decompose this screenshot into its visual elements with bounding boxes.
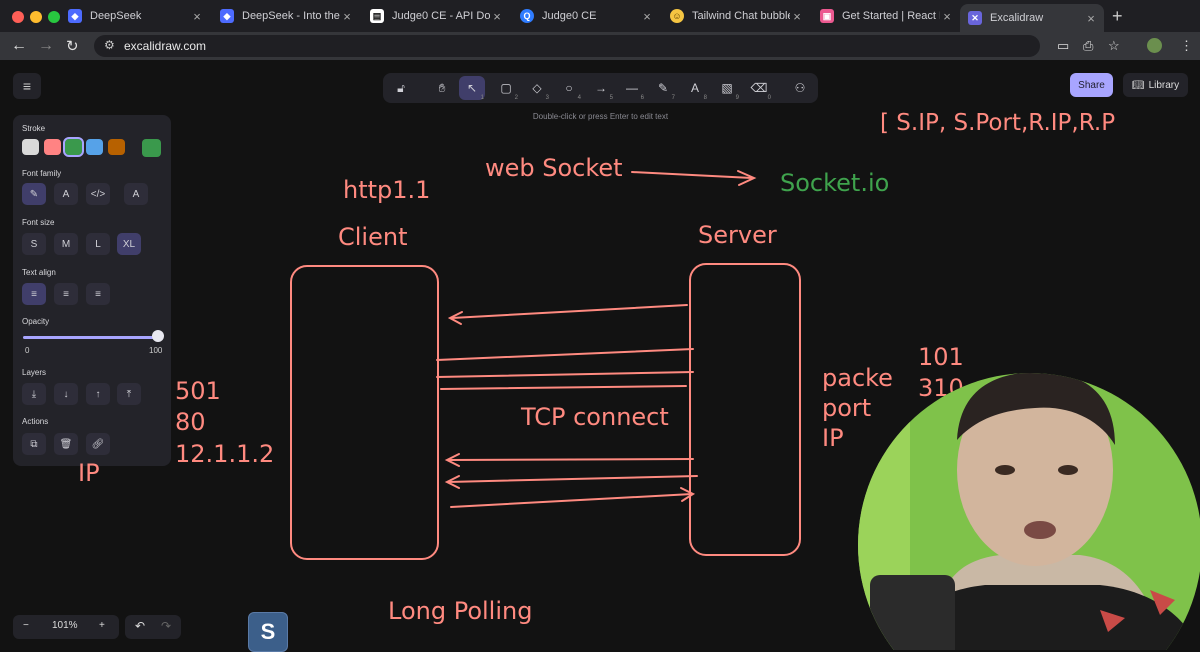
browser-tab[interactable]: ☺ Tailwind Chat bubble ×	[662, 4, 810, 28]
browser-tab[interactable]: ▣ Get Started | React H ×	[812, 4, 960, 28]
http-label: http1.1	[343, 176, 430, 204]
left-number: 12.1.1.2	[175, 440, 274, 468]
browser-tab[interactable]: ◆ DeepSeek - Into the ×	[212, 4, 360, 28]
websocket-label: web Socket	[485, 154, 623, 182]
tab-title: Judge0 CE - API Doc	[392, 10, 490, 22]
packet-label: packe	[822, 364, 893, 392]
port-label: port	[822, 394, 871, 422]
smiley-icon: ☺	[670, 9, 684, 23]
long-polling-label: Long Polling	[388, 597, 532, 625]
close-tab-icon[interactable]: ×	[790, 9, 804, 24]
minimize-window-button[interactable]	[30, 11, 42, 23]
forward-arrow-icon[interactable]: →	[38, 37, 54, 55]
site-settings-icon[interactable]: ⚙	[104, 38, 115, 52]
back-arrow-icon[interactable]: ←	[11, 37, 27, 55]
maximize-window-button[interactable]	[48, 11, 60, 23]
right-number: 101	[918, 343, 964, 371]
bookmark-star-icon[interactable]: ☆	[1108, 38, 1120, 54]
close-tab-icon[interactable]: ×	[490, 9, 504, 24]
header-tuple-text: [ S.IP, S.Port,R.IP,R.P	[880, 110, 1115, 136]
url-text: excalidraw.com	[124, 39, 207, 53]
browser-tab[interactable]: ▤ Judge0 CE - API Doc ×	[362, 4, 510, 28]
person-mouth	[1024, 521, 1056, 539]
excalidraw-icon: ✕	[968, 11, 982, 25]
webcam-overlay	[858, 373, 1200, 650]
connection-line	[440, 385, 687, 390]
server-box	[689, 263, 801, 556]
cast-icon[interactable]: ▭	[1057, 38, 1069, 54]
profile-avatar[interactable]	[1147, 38, 1162, 53]
reload-icon[interactable]: ↻	[66, 37, 79, 55]
document-icon: ▤	[370, 9, 384, 23]
browser-tab-active[interactable]: ✕ Excalidraw ×	[960, 4, 1104, 32]
ip-label: IP	[822, 424, 844, 452]
client-box	[290, 265, 439, 560]
address-bar[interactable]: ⚙ excalidraw.com	[94, 35, 1040, 57]
arrow-websocket-to-socketio	[631, 171, 753, 179]
deepseek-icon: ◆	[68, 9, 82, 23]
browser-tab[interactable]: Q Judge0 CE ×	[512, 4, 660, 28]
react-hook-form-icon: ▣	[820, 9, 834, 23]
arrow-server-to-client	[447, 458, 694, 461]
server-label: Server	[698, 221, 777, 249]
tcp-connect-label: TCP connect	[520, 403, 669, 431]
deepseek-icon: ◆	[220, 9, 234, 23]
tab-title: Judge0 CE	[542, 10, 597, 22]
browser-toolbar: ← → ↻ ⚙ excalidraw.com ▭ ⎙ ☆ ⋮	[0, 32, 1200, 60]
tab-title: Excalidraw	[990, 12, 1044, 24]
close-tab-icon[interactable]: ×	[940, 9, 954, 24]
judge0-icon: Q	[520, 9, 534, 23]
left-ip-label: IP	[78, 459, 100, 487]
new-tab-icon[interactable]: +	[1112, 6, 1123, 27]
socketio-label: Socket.io	[780, 169, 889, 197]
person-eye	[1058, 465, 1078, 475]
browser-tab-bar: ◆ DeepSeek × ◆ DeepSeek - Into the × ▤ J…	[0, 0, 1200, 32]
whiteboard-drawing: [ S.IP, S.Port,R.IP,R.P web Socket http1…	[78, 110, 1200, 650]
left-number: 501	[175, 377, 221, 405]
arrow-server-to-client	[451, 304, 688, 319]
tab-title: Get Started | React H	[842, 10, 940, 22]
close-tab-icon[interactable]: ×	[640, 9, 654, 24]
left-number: 80	[175, 408, 206, 436]
microphone	[870, 575, 955, 650]
tab-title: DeepSeek - Into the	[242, 10, 340, 22]
close-window-button[interactable]	[12, 11, 24, 23]
arrow-server-to-client	[447, 475, 698, 483]
close-tab-icon[interactable]: ×	[340, 9, 354, 24]
connection-line	[436, 371, 694, 378]
person-eye	[995, 465, 1015, 475]
tab-title: Tailwind Chat bubble	[692, 10, 790, 22]
download-icon[interactable]: ⎙	[1083, 38, 1093, 54]
client-label: Client	[338, 223, 407, 251]
kebab-menu-icon[interactable]: ⋮	[1180, 38, 1193, 54]
connection-line	[436, 348, 694, 361]
close-tab-icon[interactable]: ×	[190, 9, 204, 24]
close-tab-icon[interactable]: ×	[1084, 11, 1098, 26]
arrow-client-to-server	[450, 493, 693, 508]
tab-title: DeepSeek	[90, 10, 142, 22]
browser-tab[interactable]: ◆ DeepSeek ×	[60, 4, 210, 28]
webcam-feed	[858, 373, 1200, 650]
